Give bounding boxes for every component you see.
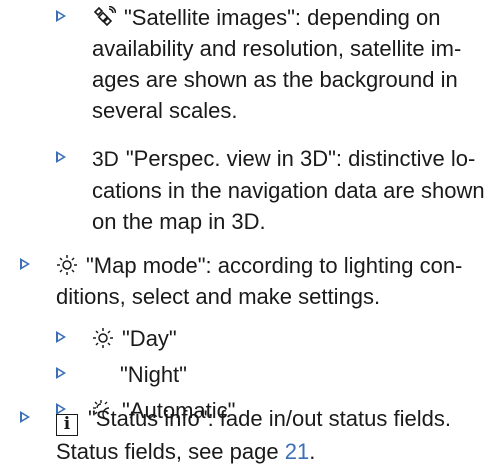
sun-icon — [56, 254, 78, 276]
list-bullet-icon — [20, 258, 30, 270]
list-bullet-icon — [56, 151, 66, 163]
info-icon: i — [56, 414, 78, 436]
status-info-period: . — [309, 439, 316, 464]
list-item-day: "Day" — [56, 323, 177, 354]
night-label: "Night" — [120, 362, 187, 387]
map-mode-line-1: "Map mode": according to lighting con- — [86, 253, 463, 278]
list-item-satellite-images: "Satellite images": depending on availab… — [56, 2, 462, 126]
satellite-images-line-2: availability and resolution, satellite i… — [92, 36, 462, 61]
list-item-perspective-view-3d: 3D "Perspec. view in 3D": distinctive lo-… — [56, 143, 485, 237]
list-bullet-icon — [56, 367, 66, 379]
perspective-view-line-3: on the map in 3D. — [92, 209, 266, 234]
map-mode-line-2: ditions, select and make settings. — [56, 284, 381, 309]
satellite-images-line-4: several scales. — [92, 98, 238, 123]
3d-icon: 3D — [92, 148, 119, 171]
list-bullet-icon — [56, 331, 66, 343]
perspective-view-line-1: "Perspec. view in 3D": distinctive lo- — [125, 146, 476, 171]
list-item-status-info: i "Status info": fade in/out status field… — [20, 403, 451, 467]
sun-icon — [92, 327, 114, 349]
satellite-images-line-3: ages are shown as the background in — [92, 67, 458, 92]
list-item-map-mode: "Map mode": according to lighting con- d… — [20, 250, 463, 312]
perspective-view-line-2: cations in the navigation data are shown — [92, 178, 485, 203]
list-item-night: "Night" — [56, 359, 187, 390]
page-21-link[interactable]: 21 — [285, 439, 309, 464]
satellite-icon — [92, 6, 116, 28]
moon-icon — [92, 363, 112, 385]
status-info-line-2: Status fields, see page — [56, 439, 285, 464]
status-info-line-1: "Status info": fade in/out status fields… — [88, 406, 451, 431]
satellite-images-line-1: "Satellite images": depending on — [124, 5, 441, 30]
list-bullet-icon — [56, 10, 66, 22]
list-bullet-icon — [20, 411, 30, 423]
day-label: "Day" — [122, 326, 177, 351]
